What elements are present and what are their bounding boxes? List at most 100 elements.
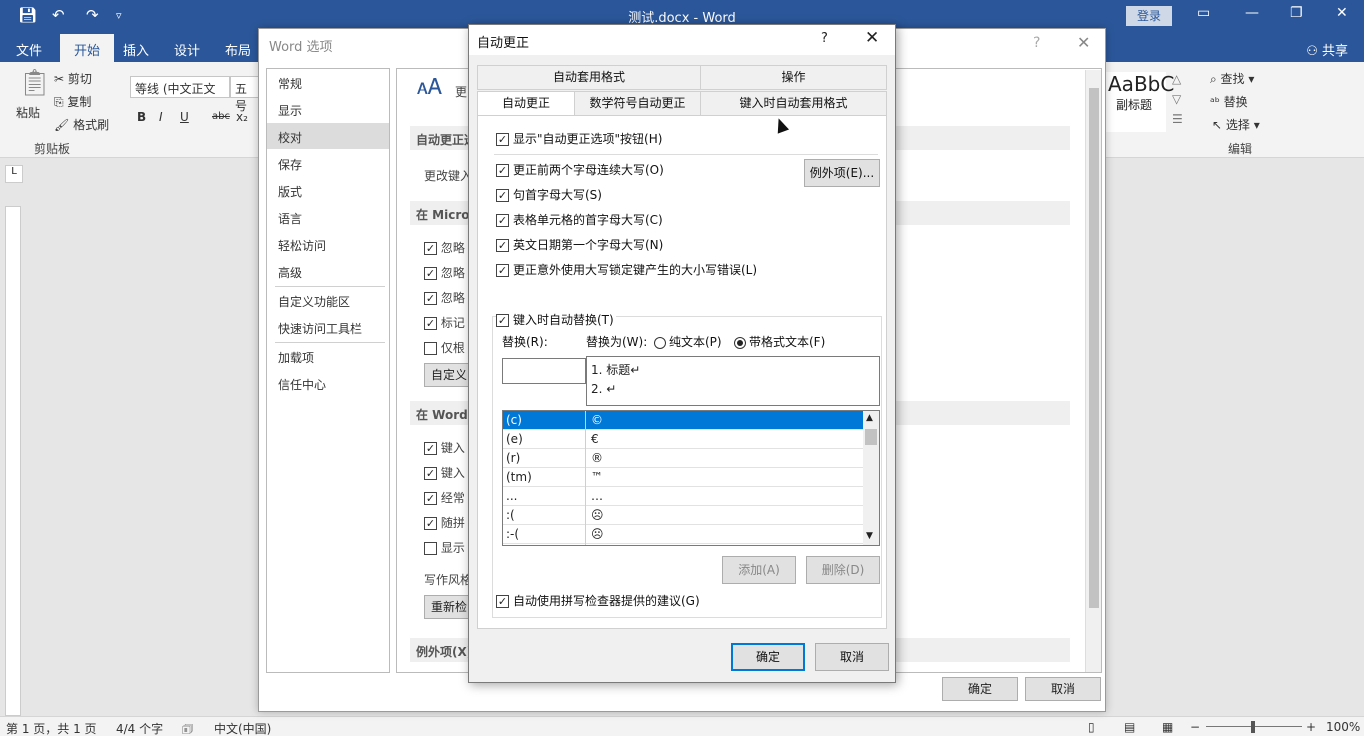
tab-layout[interactable]: 布局 bbox=[225, 40, 251, 59]
tab-design[interactable]: 设计 bbox=[174, 40, 200, 59]
nav-quick-access-toolbar[interactable]: 快速访问工具栏 bbox=[267, 314, 389, 340]
option-checkbox[interactable]: 仅根 bbox=[424, 339, 465, 356]
option-checkbox[interactable]: ✓ 标记 bbox=[424, 314, 465, 331]
close-icon[interactable]: ✕ bbox=[1077, 33, 1090, 52]
ribbon-display-options-icon[interactable]: ▭ bbox=[1197, 5, 1210, 21]
option-checkbox[interactable]: 显示 bbox=[424, 539, 465, 556]
nav-general[interactable]: 常规 bbox=[267, 69, 389, 95]
underline-button[interactable]: U bbox=[180, 110, 189, 124]
capitalize-day-names-checkbox[interactable]: ✓ 英文日期第一个字母大写(N) bbox=[496, 236, 663, 253]
zoom-slider-thumb[interactable] bbox=[1251, 721, 1255, 733]
option-checkbox[interactable]: ✓ 键入 bbox=[424, 439, 465, 456]
option-checkbox[interactable]: ✓ 键入 bbox=[424, 464, 465, 481]
list-item[interactable]: (r) ® bbox=[503, 449, 863, 468]
correct-two-initial-caps-checkbox[interactable]: ✓ 更正前两个字母连续大写(O) bbox=[496, 161, 664, 178]
exceptions-button[interactable]: 例外项(E)... bbox=[804, 159, 880, 187]
font-name-combo[interactable]: 等线 (中文正文 bbox=[130, 76, 230, 98]
styles-more-icon[interactable]: ☰ bbox=[1172, 112, 1183, 126]
tab-autocorrect[interactable]: 自动更正 bbox=[477, 91, 575, 116]
subscript-button[interactable]: x₂ bbox=[236, 110, 248, 124]
nav-proofing[interactable]: 校对 bbox=[267, 123, 389, 149]
options-cancel-button[interactable]: 取消 bbox=[1025, 677, 1101, 701]
recheck-document-button[interactable]: 重新检 bbox=[424, 595, 474, 619]
correct-caps-lock-checkbox[interactable]: ✓ 更正意外使用大写锁定键产生的大小写错误(L) bbox=[496, 261, 757, 278]
minimize-icon[interactable]: — bbox=[1245, 5, 1259, 21]
format-painter-button[interactable]: 🖌︎ 格式刷 bbox=[54, 116, 109, 133]
plain-text-radio[interactable]: 纯文本(P) bbox=[654, 333, 722, 350]
language-indicator[interactable]: 中文(中国) bbox=[214, 720, 271, 736]
help-icon[interactable]: ? bbox=[821, 31, 828, 46]
capitalize-table-cells-checkbox[interactable]: ✓ 表格单元格的首字母大写(C) bbox=[496, 211, 663, 228]
zoom-level[interactable]: 100% bbox=[1326, 720, 1360, 734]
option-checkbox[interactable]: ✓ 忽略 bbox=[424, 239, 465, 256]
bold-button[interactable]: B bbox=[137, 110, 146, 124]
options-scrollbar[interactable] bbox=[1085, 70, 1101, 672]
tab-autoformat[interactable]: 自动套用格式 bbox=[477, 65, 701, 90]
login-button[interactable]: 登录 bbox=[1126, 6, 1172, 26]
replace-button[interactable]: ᵃᵇ 替换 bbox=[1210, 93, 1248, 110]
delete-button[interactable]: 删除(D) bbox=[806, 556, 880, 584]
zoom-in-button[interactable]: + bbox=[1306, 720, 1316, 734]
share-button[interactable]: ⚇ 共享 bbox=[1306, 40, 1348, 59]
print-layout-icon[interactable]: ▤ bbox=[1124, 720, 1135, 734]
list-item[interactable]: ...… bbox=[503, 487, 863, 506]
capitalize-first-letter-sentence-checkbox[interactable]: ✓ 句首字母大写(S) bbox=[496, 186, 602, 203]
list-item[interactable]: (tm) ™ bbox=[503, 468, 863, 487]
with-preview-box[interactable]: 1. 标题↵ 2. ↵ bbox=[586, 356, 880, 406]
show-options-button-checkbox[interactable]: ✓ 显示"自动更正选项"按钮(H) bbox=[496, 130, 662, 147]
nav-language[interactable]: 语言 bbox=[267, 204, 389, 230]
page-count[interactable]: 第 1 页，共 1 页 bbox=[6, 720, 97, 736]
paste-icon[interactable]: 📋︎ bbox=[18, 68, 51, 98]
list-item[interactable]: :(☹ bbox=[503, 506, 863, 525]
nav-display[interactable]: 显示 bbox=[267, 96, 389, 122]
add-button[interactable]: 添加(A) bbox=[722, 556, 796, 584]
select-button[interactable]: ↖ 选择 ▾ bbox=[1212, 116, 1260, 133]
close-icon[interactable]: ✕ bbox=[1336, 5, 1348, 21]
font-size-combo[interactable]: 五号 bbox=[230, 76, 260, 113]
replace-input[interactable] bbox=[502, 358, 586, 384]
custom-dictionaries-button[interactable]: 自定义 bbox=[424, 363, 474, 387]
ok-button[interactable]: 确定 bbox=[731, 643, 805, 671]
option-checkbox[interactable]: ✓ 随拼 bbox=[424, 514, 465, 531]
replace-as-you-type-checkbox[interactable]: ✓ 键入时自动替换(T) bbox=[496, 311, 616, 328]
option-checkbox[interactable]: ✓ 忽略 bbox=[424, 289, 465, 306]
read-mode-icon[interactable]: ▯ bbox=[1088, 720, 1095, 734]
cut-button[interactable]: ✂ 剪切 bbox=[54, 70, 92, 87]
paste-button[interactable]: 粘贴 bbox=[16, 104, 40, 121]
word-count[interactable]: 4/4 个字 bbox=[116, 720, 163, 736]
copy-button[interactable]: ⎘ 复制 bbox=[54, 93, 91, 110]
scroll-down-icon[interactable]: ▼ bbox=[866, 531, 873, 541]
nav-trust-center[interactable]: 信任中心 bbox=[267, 370, 389, 396]
formatted-text-radio[interactable]: 带格式文本(F) bbox=[734, 333, 825, 350]
autocorrect-entries-list[interactable]: (c) © (e) € (r) ® (tm) ™ ... … :(☹ :-(☹ ▲ ▼ bbox=[502, 410, 880, 546]
italic-button[interactable]: I bbox=[159, 110, 163, 124]
scrollbar-thumb[interactable] bbox=[1089, 88, 1099, 608]
scrollbar-thumb[interactable] bbox=[865, 429, 877, 445]
options-ok-button[interactable]: 确定 bbox=[942, 677, 1018, 701]
zoom-out-button[interactable]: − bbox=[1190, 720, 1200, 734]
web-layout-icon[interactable]: ▦ bbox=[1162, 720, 1173, 734]
restore-icon[interactable]: ❐ bbox=[1290, 5, 1303, 21]
nav-save[interactable]: 保存 bbox=[267, 150, 389, 176]
nav-advanced[interactable]: 高级 bbox=[267, 258, 389, 284]
list-item[interactable]: (c) © bbox=[503, 411, 863, 430]
close-icon[interactable]: ✕ bbox=[865, 28, 879, 48]
list-scrollbar[interactable]: ▲ ▼ bbox=[863, 411, 879, 545]
tab-autoformat-as-you-type[interactable]: 键入时自动套用格式 bbox=[700, 91, 887, 116]
tab-math-autocorrect[interactable]: 数学符号自动更正 bbox=[574, 91, 701, 116]
nav-customize-ribbon[interactable]: 自定义功能区 bbox=[267, 287, 389, 313]
tab-file[interactable]: 文件 bbox=[16, 40, 42, 59]
proofing-icon[interactable]: 🗊︎ bbox=[182, 720, 193, 736]
list-item[interactable]: (e) € bbox=[503, 430, 863, 449]
use-spellchecker-suggestions-checkbox[interactable]: ✓ 自动使用拼写检查器提供的建议(G) bbox=[496, 592, 700, 609]
nav-typography[interactable]: 版式 bbox=[267, 177, 389, 203]
help-icon[interactable]: ? bbox=[1033, 35, 1040, 51]
tab-insert[interactable]: 插入 bbox=[123, 40, 149, 59]
tab-actions[interactable]: 操作 bbox=[700, 65, 887, 90]
strikethrough-button[interactable]: abc bbox=[212, 111, 230, 122]
nav-accessibility[interactable]: 轻松访问 bbox=[267, 231, 389, 257]
list-item[interactable]: :-(☹ bbox=[503, 525, 863, 544]
styles-scroll-down-icon[interactable]: ▽ bbox=[1172, 92, 1181, 106]
scroll-up-icon[interactable]: ▲ bbox=[866, 413, 873, 423]
find-button[interactable]: ⌕ 查找 ▾ bbox=[1210, 70, 1254, 87]
